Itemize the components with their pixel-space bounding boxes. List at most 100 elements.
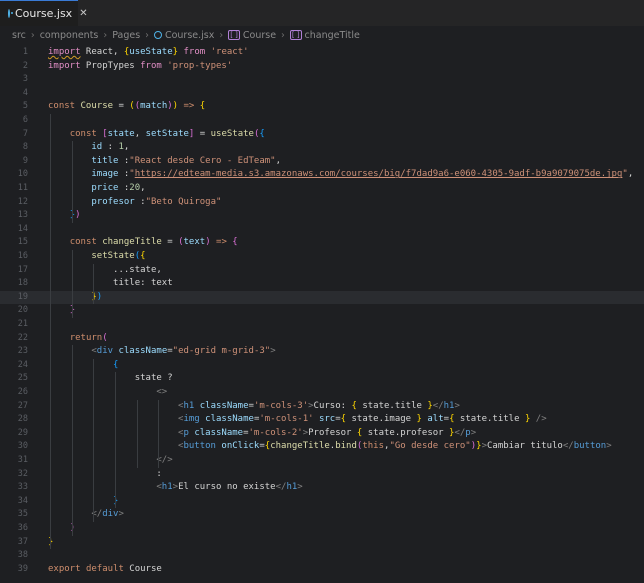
code-line[interactable]: 5 const Course = ((match)) => { [0,100,644,114]
code-line[interactable]: 31 </> [0,454,644,468]
code-token: image [91,169,119,180]
code-line[interactable]: 12 profesor :"Beto Quiroga" [0,196,644,210]
code-line[interactable]: 9 title :"React desde Cero - EdTeam", [0,155,644,169]
line-number: 37 [17,536,28,547]
code-line[interactable]: 13 }) [0,209,644,223]
line-number: 28 [17,414,28,425]
code-token: > [118,509,124,520]
code-token: "Beto Quiroga" [145,196,222,207]
breadcrumb-item-file[interactable]: Course.jsx [165,30,214,41]
code-token: PropTypes [80,60,141,71]
code-line[interactable]: 3 [0,73,644,87]
breadcrumb-item-src[interactable]: src [12,30,26,41]
code-token: { [140,251,146,261]
code-token: > [297,482,303,493]
chevron-right-icon: › [281,29,285,41]
indent-guide [136,399,138,468]
line-number: 14 [17,223,28,234]
line-number: 34 [17,495,28,506]
chevron-right-icon: › [103,29,108,41]
code-line[interactable]: 32 : [0,468,644,482]
indent-guide [71,345,73,536]
code-text: <h1>El curso no existe</h1> [48,481,303,495]
line-number: 13 [17,210,28,221]
code-line[interactable]: 28 <img className='m-cols-1' src={ state… [0,413,644,427]
code-line[interactable]: 6 [0,114,644,128]
code-line[interactable]: 34 } [0,495,644,509]
code-token: text [183,237,206,248]
breadcrumb-item-changetitle[interactable]: changeTitle [305,30,360,41]
editor-tab-bar: Course.jsx ✕ [0,0,644,26]
breadcrumb-item-components[interactable]: components [40,30,99,41]
code-token: button [183,441,216,452]
code-line[interactable]: 35 </div> [0,508,644,522]
code-line[interactable]: 36 ) [0,522,644,536]
code-token: 'react' [210,47,249,57]
line-number: 29 [17,427,28,438]
code-line[interactable]: 21 [0,318,644,332]
breadcrumb-item-pages[interactable]: Pages [112,30,140,41]
code-line[interactable]: 11 price :20, [0,182,644,196]
code-line[interactable]: 18 title: text [0,277,644,291]
code-token: src [318,414,336,425]
tab-course-jsx[interactable]: Course.jsx ✕ [0,0,88,26]
code-line[interactable]: 2 import PropTypes from 'prop-types' [0,60,644,74]
code-line[interactable]: 22 return( [0,332,644,346]
code-line[interactable]: 1 import React, {useState} from 'react' [0,46,644,60]
code-line[interactable]: 4 [0,87,644,101]
line-number: 20 [17,305,28,316]
code-text: import React, {useState} from 'react' [48,46,249,60]
code-line[interactable]: 26 <> [0,386,644,400]
code-token: changeTitle [102,237,162,248]
line-number: 33 [17,482,28,493]
code-token: setState [91,251,135,261]
code-line[interactable]: 19 }) [0,290,644,305]
code-token: { [113,359,119,370]
code-line[interactable]: 7 const [state, setState] = useState({ [0,128,644,142]
code-token: const [48,101,76,112]
code-line[interactable]: 20 } [0,304,644,318]
code-token: className [194,427,244,438]
code-line[interactable]: 30 <button onClick={changeTitle.bind(thi… [0,440,644,454]
code-token: ( [102,332,108,343]
breadcrumb-item-course[interactable]: Course [243,30,276,41]
code-text: title: text [48,277,173,291]
code-line[interactable]: 37} [0,536,644,550]
code-token: "Go desde cero" [389,441,471,452]
line-number: 21 [17,319,28,329]
code-line[interactable]: 16 setState({ [0,250,644,264]
code-line[interactable]: 23 <div className="ed-grid m-grid-3"> [0,345,644,359]
code-token: profesor [91,196,135,207]
line-number: 7 [22,128,28,139]
code-token: return [69,332,103,343]
react-file-icon [153,31,162,39]
code-token: price [91,183,119,193]
code-line[interactable]: 33 <h1>El curso no existe</h1> [0,481,644,495]
code-line[interactable]: 25 state ? [0,372,644,386]
code-line[interactable]: 29 <p className='m-cols-2'>Profesor { st… [0,427,644,441]
code-line[interactable]: 39 export default Course [0,563,644,577]
code-line[interactable]: 17 ...state, [0,264,644,278]
code-token: </ [562,441,574,452]
code-token: className [205,414,254,425]
code-line[interactable]: 15 const changeTitle = (text) => { [0,236,644,250]
close-icon[interactable]: ✕ [79,8,87,19]
line-number: 6 [22,115,28,125]
code-line[interactable]: 10 image :"https://edteam-media.s3.amazo… [0,168,644,182]
code-line[interactable]: 14 [0,223,644,237]
code-line[interactable]: 8 id : 1, [0,141,644,155]
code-token: Profesor [308,427,357,438]
code-line[interactable]: 24 { [0,359,644,373]
code-line[interactable]: 38 [0,549,644,563]
code-token: export [48,563,81,574]
code-editor[interactable]: 1 import React, {useState} from 'react' 2 i… [0,44,644,583]
code-token: alt [427,414,444,425]
line-number: 12 [17,196,28,207]
code-line[interactable]: 27 <h1 className='m-cols-3'>Curso: { sta… [0,400,644,414]
indent-guide [71,250,73,318]
